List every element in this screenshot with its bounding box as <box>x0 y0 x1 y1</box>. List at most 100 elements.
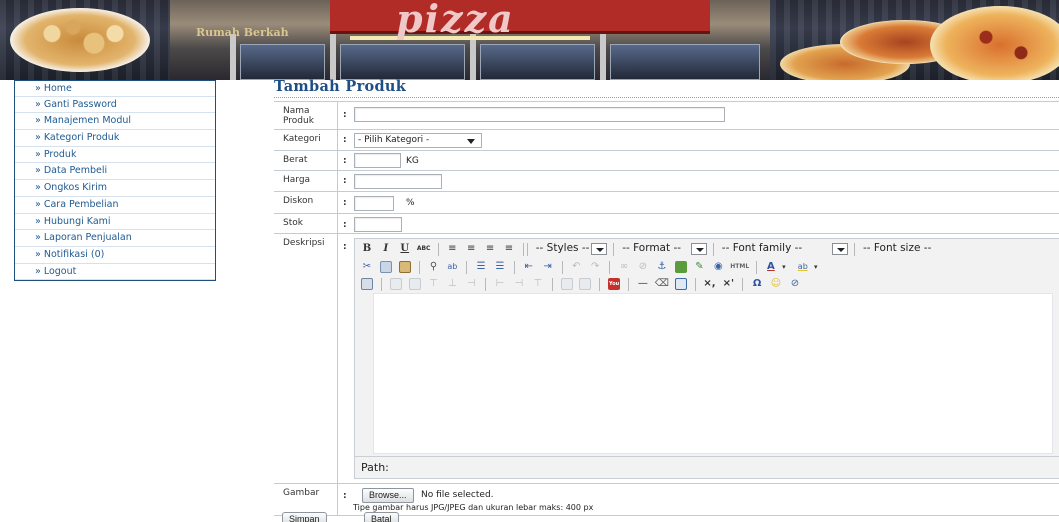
horizontal-rule-icon[interactable]: — <box>636 277 650 291</box>
banner-sign <box>330 0 710 34</box>
paste-icon[interactable] <box>398 261 411 273</box>
text-color-dropdown[interactable]: ▾ <box>777 260 791 274</box>
sidebar-item-ongkos-kirim[interactable]: » Ongkos Kirim <box>15 180 215 197</box>
styles-dropdown-button[interactable] <box>591 243 608 255</box>
remove-format-icon[interactable]: ⌫ <box>655 277 669 291</box>
toolbar-separator <box>551 277 553 291</box>
sidebar-item-data-pembeli[interactable]: » Data Pembeli <box>15 163 215 181</box>
replace-icon[interactable]: ab <box>445 260 459 274</box>
field-colon: : <box>343 491 347 501</box>
sidebar-item-notifikasi[interactable]: » Notifikasi (0) <box>15 246 215 264</box>
row-after-icon[interactable]: ⊥ <box>445 277 459 291</box>
edit-css-icon[interactable] <box>361 278 373 290</box>
form-row-stok: Stok : <box>274 213 1059 233</box>
align-justify-icon[interactable]: ≡ <box>502 242 516 256</box>
align-center-icon[interactable]: ≡ <box>464 242 478 256</box>
banner-food-image <box>10 8 150 72</box>
field-colon: : <box>343 135 347 145</box>
numbered-list-icon[interactable]: ☰ <box>493 260 507 274</box>
sidebar-item-cara-pembelian[interactable]: » Cara Pembelian <box>15 196 215 214</box>
berat-input[interactable] <box>354 153 401 168</box>
emoticon-icon[interactable]: ☺ <box>769 277 783 291</box>
subscript-icon[interactable]: ×, <box>703 277 717 291</box>
html-source-button[interactable]: HTML <box>730 260 749 274</box>
cancel-button[interactable]: Batal <box>364 512 399 522</box>
split-cells-icon[interactable] <box>560 278 573 290</box>
cut-icon[interactable]: ✂ <box>360 260 374 274</box>
outdent-icon[interactable]: ⇤ <box>522 260 536 274</box>
cleanup-icon[interactable]: ✎ <box>693 260 707 274</box>
youtube-icon[interactable]: You <box>608 278 621 290</box>
align-left-icon[interactable]: ≡ <box>445 242 459 256</box>
image-icon[interactable] <box>674 261 687 273</box>
diskon-input[interactable] <box>354 196 394 211</box>
browse-button[interactable]: Browse... <box>362 488 414 503</box>
sidebar-item-laporan-penjualan[interactable]: » Laporan Penjualan <box>15 230 215 247</box>
col-before-icon[interactable]: ⊢ <box>493 277 507 291</box>
field-colon: : <box>343 176 347 186</box>
editor-toolbar-row-2: ✂ ⚲ ab ☰ ☰ ⇤ ⇥ ↶ ↷ ∞ ⊘ ⚓ ✎ ◉ HTML A ▾ ab… <box>355 259 1059 275</box>
sidebar-item-kategori-produk[interactable]: » Kategori Produk <box>15 130 215 147</box>
kategori-select[interactable]: - Pilih Kategori - <box>354 133 482 148</box>
harga-input[interactable] <box>354 174 442 189</box>
toolbar-separator <box>609 260 611 274</box>
underline-button[interactable]: U <box>398 242 412 256</box>
editor-toolbar-row-1: B I U ABC ≡ ≡ ≡ ≡ -- Styles -- -- Format… <box>355 241 1059 257</box>
toolbar-separator <box>756 260 758 274</box>
italic-button[interactable]: I <box>379 242 393 256</box>
format-dropdown-label[interactable]: -- Format -- <box>620 242 681 256</box>
indent-icon[interactable]: ⇥ <box>541 260 555 274</box>
highlight-color-icon[interactable]: ab <box>796 260 810 274</box>
sidebar-item-hubungi-kami[interactable]: » Hubungi Kami <box>15 213 215 231</box>
table-props-icon[interactable] <box>408 278 421 290</box>
undo-icon[interactable]: ↶ <box>569 260 583 274</box>
bullet-list-icon[interactable]: ☰ <box>474 260 488 274</box>
font-size-dropdown-label[interactable]: -- Font size -- <box>861 242 931 256</box>
nama-produk-input[interactable] <box>354 107 725 122</box>
special-char-icon[interactable]: Ω <box>750 277 764 291</box>
toolbar-separator <box>522 242 524 256</box>
link-icon[interactable]: ∞ <box>617 260 631 274</box>
font-family-dropdown-button[interactable] <box>832 243 849 255</box>
delete-col-icon[interactable]: ⊤ <box>531 277 545 291</box>
highlight-color-dropdown[interactable]: ▾ <box>809 260 823 274</box>
editor-content-area[interactable] <box>373 293 1053 454</box>
col-after-icon[interactable]: ⊣ <box>512 277 526 291</box>
help-icon[interactable]: ◉ <box>711 260 725 274</box>
deskripsi-label: Deskripsi <box>274 234 338 483</box>
unlink-icon[interactable]: ⊘ <box>636 260 650 274</box>
format-dropdown-button[interactable] <box>691 243 708 255</box>
stok-label: Stok <box>274 214 338 233</box>
align-right-icon[interactable]: ≡ <box>483 242 497 256</box>
sidebar-item-produk[interactable]: » Produk <box>15 146 215 164</box>
toolbar-separator <box>742 277 744 291</box>
superscript-icon[interactable]: ×' <box>721 277 735 291</box>
text-color-icon[interactable]: A <box>764 260 778 274</box>
sidebar-item-manajemen-modul[interactable]: » Manajemen Modul <box>15 113 215 131</box>
row-before-icon[interactable]: ⊤ <box>427 277 441 291</box>
bold-button[interactable]: B <box>360 242 374 256</box>
save-button[interactable]: Simpan <box>282 512 327 522</box>
font-family-dropdown-label[interactable]: -- Font family -- <box>720 242 802 256</box>
sidebar-item-ganti-password[interactable]: » Ganti Password <box>15 96 215 114</box>
strikethrough-button[interactable]: ABC <box>417 242 431 256</box>
media-icon[interactable]: ⊘ <box>788 277 802 291</box>
redo-icon[interactable]: ↷ <box>588 260 602 274</box>
banner-pillar <box>330 34 336 80</box>
copy-icon[interactable] <box>379 261 392 273</box>
find-icon[interactable]: ⚲ <box>427 260 441 274</box>
stok-input[interactable] <box>354 217 402 232</box>
visual-aid-icon[interactable] <box>674 278 687 290</box>
sidebar-item-logout[interactable]: » Logout <box>15 263 215 281</box>
table-icon[interactable] <box>389 278 402 290</box>
page-title: Tambah Produk <box>274 78 1059 98</box>
banner-window <box>610 44 760 80</box>
form-row-harga: Harga : <box>274 170 1059 191</box>
merge-cells-icon[interactable] <box>579 278 592 290</box>
anchor-icon[interactable]: ⚓ <box>655 260 669 274</box>
toolbar-separator <box>599 277 601 291</box>
toolbar-separator <box>418 260 420 274</box>
sidebar-item-home[interactable]: » Home <box>15 80 215 97</box>
delete-row-icon[interactable]: ⊣ <box>464 277 478 291</box>
styles-dropdown-label[interactable]: -- Styles -- <box>534 242 590 256</box>
